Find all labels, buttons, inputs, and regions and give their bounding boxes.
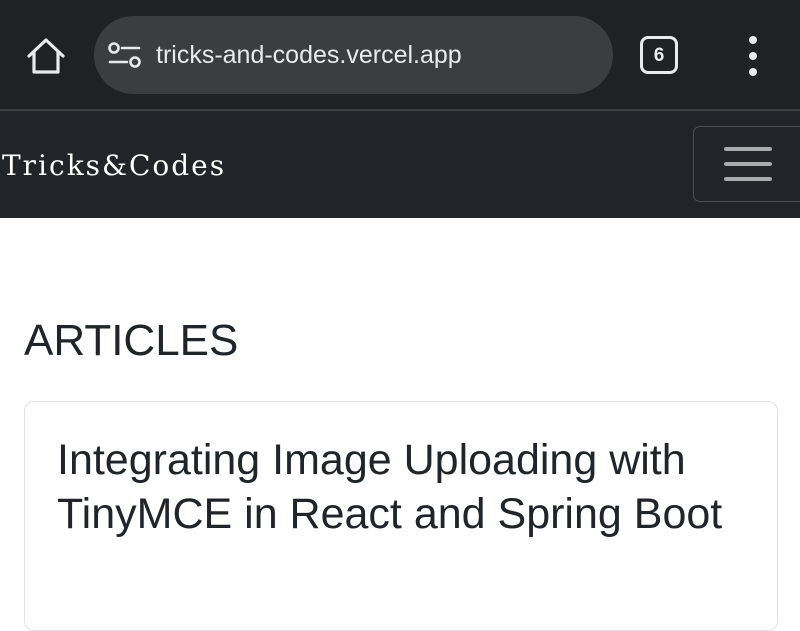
more-vert-icon[interactable]	[738, 36, 768, 76]
hamburger-icon-bar	[724, 162, 772, 166]
hamburger-icon-bar	[724, 177, 772, 181]
home-icon	[27, 38, 65, 74]
hamburger-icon	[724, 147, 772, 151]
menu-dot	[749, 36, 757, 44]
url-text[interactable]: tricks-and-codes.vercel.app	[156, 38, 462, 72]
menu-dot	[749, 68, 757, 76]
tab-switcher-button[interactable]: 6	[640, 36, 678, 74]
tab-count: 6	[653, 44, 665, 66]
article-title[interactable]: Integrating Image Uploading with TinyMCE…	[57, 433, 757, 541]
brand-link[interactable]: Tricks&Codes	[2, 146, 226, 186]
page-title: ARTICLES	[24, 316, 239, 365]
tune-icon[interactable]	[107, 40, 143, 70]
home-button[interactable]	[22, 33, 70, 79]
menu-dot	[749, 52, 757, 60]
